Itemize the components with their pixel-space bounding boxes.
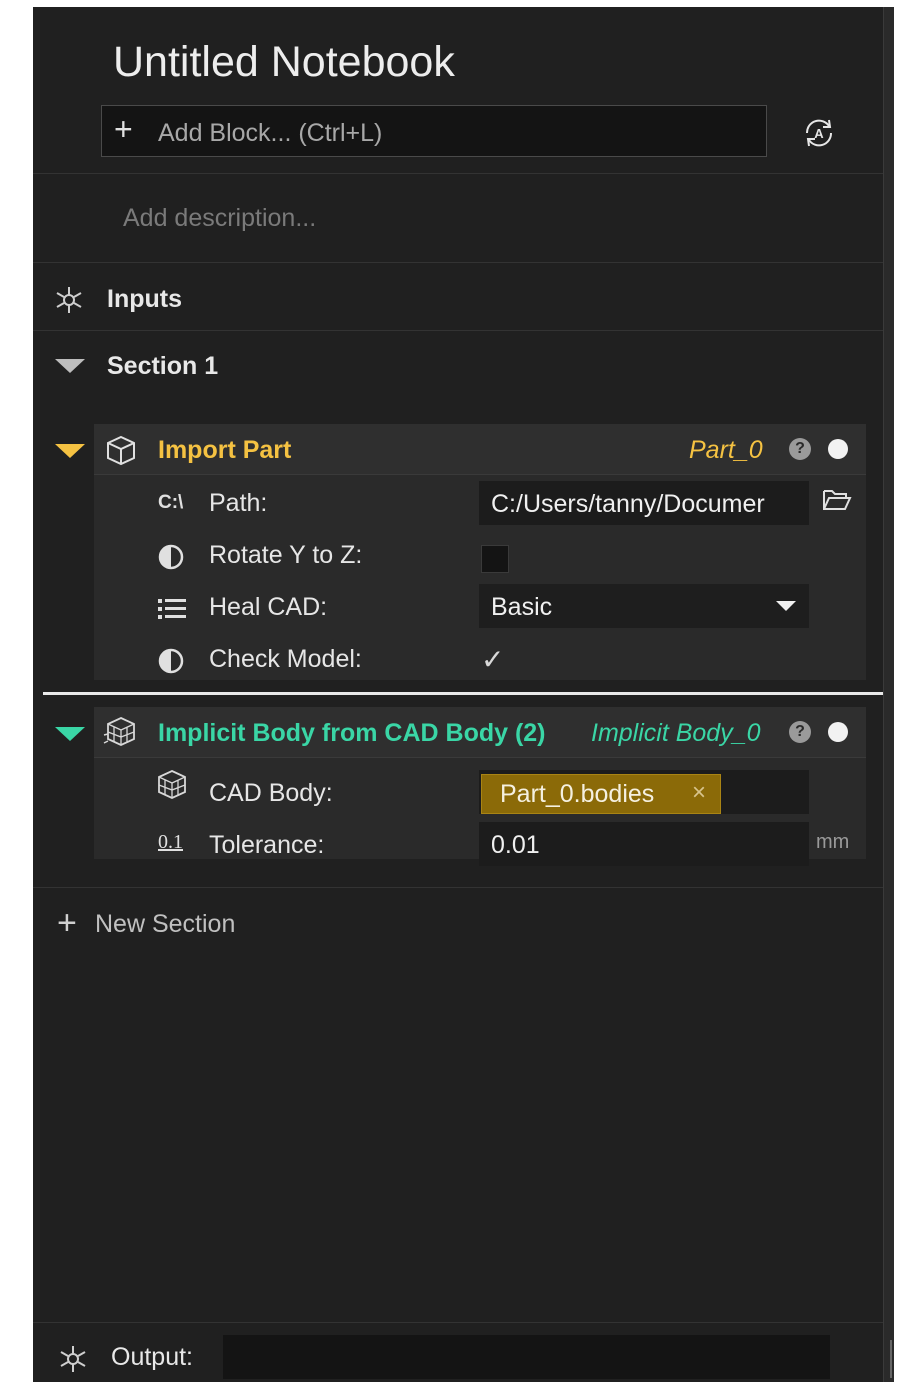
output-label: Output: <box>111 1343 193 1371</box>
caret-down-icon[interactable] <box>55 359 85 373</box>
path-field[interactable]: C:/Users/tanny/Documer <box>479 481 809 525</box>
folder-open-icon[interactable] <box>822 487 852 513</box>
row-label: Heal CAD: <box>209 593 328 621</box>
add-block-placeholder: Add Block... (Ctrl+L) <box>158 119 383 147</box>
cad-body-field[interactable]: Part_0.bodies × <box>479 770 809 814</box>
resize-handle[interactable] <box>890 1340 892 1378</box>
check-model-checkbox[interactable]: ✓ <box>481 646 509 674</box>
block-title: Implicit Body from CAD Body (2) <box>158 719 546 747</box>
block-output-name[interactable]: Implicit Body_0 <box>591 719 761 748</box>
implicit-body-icon <box>102 715 138 749</box>
row-label: CAD Body: <box>209 779 333 807</box>
plus-icon: + <box>114 111 133 147</box>
half-circle-icon <box>158 648 184 674</box>
divider <box>33 262 883 263</box>
section-title[interactable]: Section 1 <box>107 352 218 381</box>
path-value: C:/Users/tanny/Documer <box>491 490 765 518</box>
block-header[interactable]: Import Part Part_0 ? <box>94 424 866 475</box>
output-field[interactable] <box>223 1335 830 1379</box>
caret-down-icon[interactable] <box>55 444 85 458</box>
rotate-y-to-z-checkbox[interactable] <box>481 545 509 573</box>
row-label: Tolerance: <box>209 831 325 859</box>
status-dot <box>828 722 848 742</box>
drop-indicator-line <box>43 692 883 695</box>
inputs-header[interactable]: Inputs <box>107 285 182 314</box>
caret-down-icon[interactable] <box>55 727 85 741</box>
list-icon <box>158 598 186 620</box>
row-label: Path: <box>209 489 268 517</box>
plus-icon: + <box>57 904 77 942</box>
implicit-body-block: Implicit Body from CAD Body (2) Implicit… <box>94 707 866 866</box>
help-icon[interactable]: ? <box>789 438 811 460</box>
inputs-node-icon <box>53 284 85 316</box>
block-title: Import Part <box>158 436 292 464</box>
remove-chip-icon[interactable]: × <box>692 779 706 807</box>
chip-label: Part_0.bodies <box>500 780 655 808</box>
part-cube-icon <box>104 434 138 466</box>
import-part-block: Import Part Part_0 ? C:\ Path: C:/Users/… <box>94 424 866 680</box>
scrollbar[interactable] <box>883 7 894 1382</box>
reference-chip[interactable]: Part_0.bodies × <box>481 774 721 814</box>
divider <box>33 173 883 174</box>
heal-cad-value: Basic <box>491 593 553 621</box>
block-output-name[interactable]: Part_0 <box>689 436 763 465</box>
description-field[interactable]: Add description... <box>123 204 316 233</box>
row-label: Check Model: <box>209 645 362 673</box>
divider <box>33 887 883 888</box>
divider <box>33 330 883 331</box>
help-icon[interactable]: ? <box>789 721 811 743</box>
auto-run-icon[interactable]: A <box>801 115 837 151</box>
svg-text:A: A <box>814 126 824 141</box>
unit-label: mm <box>816 831 850 853</box>
output-node-icon <box>57 1343 89 1375</box>
path-icon: C:\ <box>158 492 184 513</box>
notebook-title[interactable]: Untitled Notebook <box>113 41 455 84</box>
divider <box>33 1322 883 1323</box>
tolerance-value: 0.01 <box>491 831 540 859</box>
row-label: Rotate Y to Z: <box>209 541 363 569</box>
add-block-input[interactable]: + Add Block... (Ctrl+L) <box>101 105 767 157</box>
block-header[interactable]: Implicit Body from CAD Body (2) Implicit… <box>94 707 866 758</box>
status-dot <box>828 439 848 459</box>
notebook-panel: Untitled Notebook + Add Block... (Ctrl+L… <box>33 7 883 1382</box>
new-section-label: New Section <box>95 910 236 938</box>
chevron-down-icon <box>776 601 796 611</box>
number-icon: 0.1 <box>158 831 183 853</box>
tolerance-field[interactable]: 0.01 <box>479 822 809 866</box>
heal-cad-dropdown[interactable]: Basic <box>479 584 809 628</box>
cad-body-icon <box>156 769 188 801</box>
half-circle-icon <box>158 544 184 570</box>
